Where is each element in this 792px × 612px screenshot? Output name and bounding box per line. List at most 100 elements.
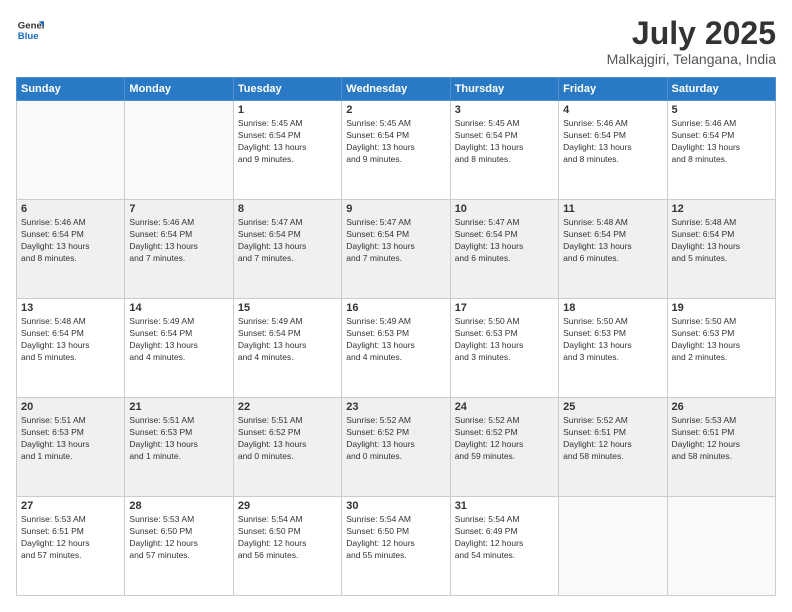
table-row: 23Sunrise: 5:52 AM Sunset: 6:52 PM Dayli… [342, 398, 450, 497]
day-info: Sunrise: 5:48 AM Sunset: 6:54 PM Dayligh… [21, 316, 120, 364]
day-number: 1 [238, 104, 337, 116]
table-row: 14 Sunrise: 5:49 AM Sunset: 6:54 PM Dayli… [125, 299, 233, 398]
table-row: 6 Sunrise: 5:46 AM Sunset: 6:54 PM Daylig… [17, 200, 125, 299]
calendar-week-row: 1 Sunrise: 5:45 AM Sunset: 6:54 PM Daylig… [17, 101, 776, 200]
day-info: Sunrise: 5:51 AM Sunset: 6:53 PM Dayligh… [21, 415, 120, 463]
table-row: 25 Sunrise: 5:52 AM Sunset: 6:51 PM Dayli… [559, 398, 667, 497]
table-row: 8 Sunrise: 5:47 AM Sunset: 6:54 PM Daylig… [233, 200, 341, 299]
day-info: Sunrise: 5:53 AM Sunset: 6:51 PM Dayligh… [672, 415, 771, 463]
table-row: 24 Sunrise: 5:52 AM Sunset: 6:52 PM Dayli… [450, 398, 558, 497]
day-info: Sunrise: 5:53 AM Sunset: 6:51 PM Dayligh… [21, 514, 120, 562]
day-info: Sunrise: 5:47 AM Sunset: 6:54 PM Dayligh… [346, 217, 445, 265]
table-row: 7 Sunrise: 5:46 AM Sunset: 6:54 PM Daylig… [125, 200, 233, 299]
table-row: 21Sunrise: 5:51 AM Sunset: 6:53 PM Dayli… [125, 398, 233, 497]
day-info: Sunrise: 5:50 AM Sunset: 6:53 PM Dayligh… [563, 316, 662, 364]
day-info: Sunrise: 5:47 AM Sunset: 6:54 PM Dayligh… [238, 217, 337, 265]
day-info: Sunrise: 5:54 AM Sunset: 6:50 PM Dayligh… [238, 514, 337, 562]
day-info: Sunrise: 5:54 AM Sunset: 6:49 PM Dayligh… [455, 514, 554, 562]
day-number: 10 [455, 203, 554, 215]
table-row: 2 Sunrise: 5:45 AM Sunset: 6:54 PM Daylig… [342, 101, 450, 200]
day-number: 31 [455, 500, 554, 512]
day-info: Sunrise: 5:49 AM Sunset: 6:54 PM Dayligh… [129, 316, 228, 364]
day-number: 16 [346, 302, 445, 314]
table-row: 28Sunrise: 5:53 AM Sunset: 6:50 PM Dayli… [125, 497, 233, 596]
calendar-header-row: Sunday Monday Tuesday Wednesday Thursday… [17, 78, 776, 101]
day-number: 7 [129, 203, 228, 215]
day-number: 2 [346, 104, 445, 116]
day-info: Sunrise: 5:46 AM Sunset: 6:54 PM Dayligh… [563, 118, 662, 166]
day-number: 4 [563, 104, 662, 116]
col-sunday: Sunday [17, 78, 125, 101]
day-number: 6 [21, 203, 120, 215]
col-friday: Friday [559, 78, 667, 101]
day-number: 15 [238, 302, 337, 314]
calendar-week-row: 13 Sunrise: 5:48 AM Sunset: 6:54 PM Dayli… [17, 299, 776, 398]
col-monday: Monday [125, 78, 233, 101]
logo: General Blue [16, 16, 44, 44]
title-block: July 2025 Malkajgiri, Telangana, India [607, 16, 776, 67]
table-row: 5Sunrise: 5:46 AM Sunset: 6:54 PM Daylig… [667, 101, 775, 200]
day-number: 24 [455, 401, 554, 413]
day-number: 27 [21, 500, 120, 512]
day-number: 5 [672, 104, 771, 116]
table-row [17, 101, 125, 200]
day-number: 18 [563, 302, 662, 314]
table-row: 13 Sunrise: 5:48 AM Sunset: 6:54 PM Dayli… [17, 299, 125, 398]
day-info: Sunrise: 5:54 AM Sunset: 6:50 PM Dayligh… [346, 514, 445, 562]
table-row: 27 Sunrise: 5:53 AM Sunset: 6:51 PM Dayli… [17, 497, 125, 596]
day-info: Sunrise: 5:51 AM Sunset: 6:53 PM Dayligh… [129, 415, 228, 463]
table-row: 12 Sunrise: 5:48 AM Sunset: 6:54 PM Dayli… [667, 200, 775, 299]
table-row: 3 Sunrise: 5:45 AM Sunset: 6:54 PM Daylig… [450, 101, 558, 200]
table-row [125, 101, 233, 200]
day-info: Sunrise: 5:53 AM Sunset: 6:50 PM Dayligh… [129, 514, 228, 562]
table-row: 18 Sunrise: 5:50 AM Sunset: 6:53 PM Dayli… [559, 299, 667, 398]
day-number: 14 [129, 302, 228, 314]
logo-icon: General Blue [16, 16, 44, 44]
day-info: Sunrise: 5:52 AM Sunset: 6:52 PM Dayligh… [346, 415, 445, 463]
day-number: 8 [238, 203, 337, 215]
table-row: 1 Sunrise: 5:45 AM Sunset: 6:54 PM Daylig… [233, 101, 341, 200]
day-info: Sunrise: 5:49 AM Sunset: 6:54 PM Dayligh… [238, 316, 337, 364]
table-row: 17Sunrise: 5:50 AM Sunset: 6:53 PM Dayli… [450, 299, 558, 398]
day-number: 26 [672, 401, 771, 413]
day-number: 13 [21, 302, 120, 314]
day-info: Sunrise: 5:52 AM Sunset: 6:52 PM Dayligh… [455, 415, 554, 463]
day-info: Sunrise: 5:45 AM Sunset: 6:54 PM Dayligh… [346, 118, 445, 166]
day-number: 9 [346, 203, 445, 215]
table-row: 10 Sunrise: 5:47 AM Sunset: 6:54 PM Dayli… [450, 200, 558, 299]
day-info: Sunrise: 5:45 AM Sunset: 6:54 PM Dayligh… [238, 118, 337, 166]
table-row: 9 Sunrise: 5:47 AM Sunset: 6:54 PM Daylig… [342, 200, 450, 299]
day-number: 19 [672, 302, 771, 314]
table-row [559, 497, 667, 596]
table-row: 22Sunrise: 5:51 AM Sunset: 6:52 PM Dayli… [233, 398, 341, 497]
day-info: Sunrise: 5:52 AM Sunset: 6:51 PM Dayligh… [563, 415, 662, 463]
day-info: Sunrise: 5:47 AM Sunset: 6:54 PM Dayligh… [455, 217, 554, 265]
table-row: 30Sunrise: 5:54 AM Sunset: 6:50 PM Dayli… [342, 497, 450, 596]
day-number: 20 [21, 401, 120, 413]
table-row: 16 Sunrise: 5:49 AM Sunset: 6:53 PM Dayli… [342, 299, 450, 398]
day-number: 25 [563, 401, 662, 413]
table-row: 29Sunrise: 5:54 AM Sunset: 6:50 PM Dayli… [233, 497, 341, 596]
day-info: Sunrise: 5:49 AM Sunset: 6:53 PM Dayligh… [346, 316, 445, 364]
table-row: 15 Sunrise: 5:49 AM Sunset: 6:54 PM Dayli… [233, 299, 341, 398]
table-row: 20 Sunrise: 5:51 AM Sunset: 6:53 PM Dayli… [17, 398, 125, 497]
page: General Blue July 2025 Malkajgiri, Telan… [0, 0, 792, 612]
month-title: July 2025 [607, 16, 776, 51]
col-saturday: Saturday [667, 78, 775, 101]
day-number: 3 [455, 104, 554, 116]
table-row: 4 Sunrise: 5:46 AM Sunset: 6:54 PM Daylig… [559, 101, 667, 200]
day-info: Sunrise: 5:46 AM Sunset: 6:54 PM Dayligh… [129, 217, 228, 265]
day-info: Sunrise: 5:45 AM Sunset: 6:54 PM Dayligh… [455, 118, 554, 166]
col-wednesday: Wednesday [342, 78, 450, 101]
col-tuesday: Tuesday [233, 78, 341, 101]
day-number: 22 [238, 401, 337, 413]
day-info: Sunrise: 5:50 AM Sunset: 6:53 PM Dayligh… [455, 316, 554, 364]
day-info: Sunrise: 5:50 AM Sunset: 6:53 PM Dayligh… [672, 316, 771, 364]
day-info: Sunrise: 5:48 AM Sunset: 6:54 PM Dayligh… [563, 217, 662, 265]
calendar-week-row: 6 Sunrise: 5:46 AM Sunset: 6:54 PM Daylig… [17, 200, 776, 299]
day-number: 12 [672, 203, 771, 215]
day-info: Sunrise: 5:46 AM Sunset: 6:54 PM Dayligh… [21, 217, 120, 265]
calendar-week-row: 20 Sunrise: 5:51 AM Sunset: 6:53 PM Dayli… [17, 398, 776, 497]
table-row: 26 Sunrise: 5:53 AM Sunset: 6:51 PM Dayli… [667, 398, 775, 497]
day-info: Sunrise: 5:48 AM Sunset: 6:54 PM Dayligh… [672, 217, 771, 265]
